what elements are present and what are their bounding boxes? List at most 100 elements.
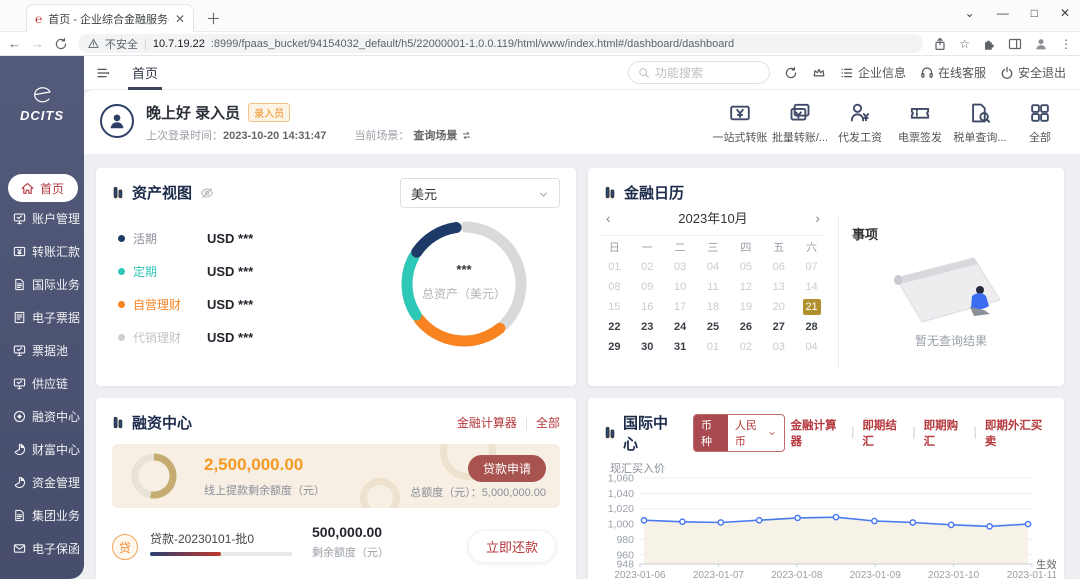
- calendar-day[interactable]: 31: [664, 338, 697, 356]
- app-logo: DCITS: [0, 56, 84, 123]
- intl-link-0[interactable]: 金融计算器: [791, 417, 844, 449]
- user-avatar[interactable]: [100, 104, 134, 138]
- calendar-day[interactable]: 25: [697, 318, 730, 336]
- calendar-day[interactable]: 23: [631, 318, 664, 336]
- tab-close-icon[interactable]: ✕: [175, 12, 185, 26]
- window-close-icon[interactable]: ✕: [1060, 6, 1070, 20]
- sidebar-item-7[interactable]: 融资中心: [0, 400, 84, 433]
- sidebar-item-2[interactable]: 转账汇款: [0, 235, 84, 268]
- calendar-day[interactable]: 12: [729, 278, 762, 296]
- calendar-day[interactable]: 07: [795, 258, 828, 276]
- calendar-day[interactable]: 15: [598, 298, 631, 316]
- intl-link-3[interactable]: 即期外汇买卖: [985, 417, 1048, 449]
- header-tool-0[interactable]: 企业信息: [840, 64, 906, 81]
- share-icon[interactable]: [933, 37, 947, 51]
- calendar-day[interactable]: 11: [697, 278, 730, 296]
- greeting-text: 晚上好 录入员: [146, 102, 240, 123]
- header-tool-2[interactable]: 安全退出: [1000, 64, 1066, 81]
- calendar-day[interactable]: 01: [598, 258, 631, 276]
- crown-skin-icon[interactable]: [812, 66, 826, 80]
- intl-link-1[interactable]: 即期结汇: [862, 417, 904, 449]
- sidebar-item-6[interactable]: 供应链: [0, 367, 84, 400]
- browser-tab[interactable]: ℮ 首页 - 企业综合金融服务平台 ✕: [26, 4, 194, 32]
- calendar-day[interactable]: 16: [631, 298, 664, 316]
- reload-icon[interactable]: [54, 37, 68, 51]
- eye-toggle-icon[interactable]: [200, 186, 214, 200]
- calendar-day[interactable]: 04: [697, 258, 730, 276]
- browser-menu-icon[interactable]: ⋮: [1060, 37, 1072, 51]
- quick-action-3[interactable]: 电票签发: [890, 96, 950, 145]
- window-dropdown-icon[interactable]: ⌄: [965, 6, 975, 20]
- calendar-day[interactable]: 05: [729, 258, 762, 276]
- calendar-day[interactable]: 13: [762, 278, 795, 296]
- calendar-day[interactable]: 26: [729, 318, 762, 336]
- quick-action-4[interactable]: 税单查询...: [950, 96, 1010, 145]
- calendar-prev-icon[interactable]: ‹: [602, 210, 615, 226]
- new-tab-button[interactable]: ＋: [206, 8, 221, 29]
- scene-value: 查询场景: [413, 127, 457, 143]
- sidebar-item-4[interactable]: 电子票据: [0, 301, 84, 334]
- quick-action-2[interactable]: 代发工资: [830, 96, 890, 145]
- header-tool-1[interactable]: 在线客服: [920, 64, 986, 81]
- back-icon[interactable]: ←: [8, 36, 21, 51]
- calendar-day[interactable]: 03: [762, 338, 795, 356]
- forward-icon[interactable]: →: [31, 36, 44, 51]
- calendar-day[interactable]: 03: [664, 258, 697, 276]
- calendar-day[interactable]: 14: [795, 278, 828, 296]
- calendar-day[interactable]: 17: [664, 298, 697, 316]
- calendar-day[interactable]: 09: [631, 278, 664, 296]
- power-icon: [1000, 66, 1014, 80]
- financing-link-1[interactable]: 全部: [536, 414, 560, 431]
- window-minimize-icon[interactable]: —: [997, 6, 1009, 20]
- sidebar-item-5[interactable]: 票据池: [0, 334, 84, 367]
- bookmark-star-icon[interactable]: ☆: [959, 37, 970, 51]
- calendar-day[interactable]: 01: [697, 338, 730, 356]
- sidebar-item-1[interactable]: 账户管理: [0, 202, 84, 235]
- calendar-day[interactable]: 24: [664, 318, 697, 336]
- calendar-day[interactable]: 06: [762, 258, 795, 276]
- sidebar-item-0[interactable]: 首页: [8, 174, 78, 202]
- svg-text:1,000: 1,000: [608, 519, 634, 531]
- sidebar-item-10[interactable]: 集团业务: [0, 499, 84, 532]
- calendar-day[interactable]: 18: [697, 298, 730, 316]
- calendar-day[interactable]: 20: [762, 298, 795, 316]
- function-search-input[interactable]: 功能搜索: [628, 61, 770, 84]
- collapse-menu-icon[interactable]: [96, 66, 110, 80]
- loan-apply-button[interactable]: 贷款申请: [468, 455, 546, 482]
- address-bar-actions: ☆ ⋮: [933, 37, 1072, 51]
- window-maximize-icon[interactable]: □: [1031, 6, 1038, 20]
- browser-address-bar: ← → 不安全 | 10.7.19.22:8999/fpaas_bucket/9…: [0, 32, 1080, 56]
- calendar-day[interactable]: 29: [598, 338, 631, 356]
- profile-avatar-icon[interactable]: [1034, 37, 1048, 51]
- calendar-day[interactable]: 27: [762, 318, 795, 336]
- calendar-next-icon[interactable]: ›: [811, 210, 824, 226]
- quick-action-1[interactable]: 批量转账/...: [770, 96, 830, 145]
- calendar-day[interactable]: 30: [631, 338, 664, 356]
- calendar-day[interactable]: 21: [795, 298, 828, 316]
- calendar-day[interactable]: 02: [729, 338, 762, 356]
- side-panel-icon[interactable]: [1008, 37, 1022, 51]
- url-field[interactable]: 不安全 | 10.7.19.22:8999/fpaas_bucket/94154…: [78, 34, 923, 53]
- calendar-day[interactable]: 08: [598, 278, 631, 296]
- currency-chip-select[interactable]: 币种 人民币: [693, 414, 785, 452]
- sidebar-item-9[interactable]: 资金管理: [0, 466, 84, 499]
- page-tab-home[interactable]: 首页: [132, 56, 158, 90]
- intl-link-2[interactable]: 即期购汇: [924, 417, 966, 449]
- calendar-day[interactable]: 10: [664, 278, 697, 296]
- last-login-label: 上次登录时间：: [146, 130, 223, 142]
- refresh-icon[interactable]: [784, 66, 798, 80]
- quick-action-0[interactable]: 一站式转账: [710, 96, 770, 145]
- calendar-day[interactable]: 04: [795, 338, 828, 356]
- sidebar-item-3[interactable]: 国际业务: [0, 268, 84, 301]
- extension-puzzle-icon[interactable]: [982, 37, 996, 51]
- repay-now-button[interactable]: 立即还款: [468, 530, 556, 563]
- calendar-day[interactable]: 19: [729, 298, 762, 316]
- calendar-day[interactable]: 28: [795, 318, 828, 336]
- calendar-day[interactable]: 02: [631, 258, 664, 276]
- financing-link-0[interactable]: 金融计算器: [457, 414, 517, 431]
- scene-swap-icon[interactable]: [461, 130, 472, 141]
- sidebar-item-11[interactable]: 电子保函: [0, 532, 84, 565]
- calendar-day[interactable]: 22: [598, 318, 631, 336]
- quick-action-5[interactable]: 全部: [1010, 96, 1070, 145]
- sidebar-item-8[interactable]: 财富中心: [0, 433, 84, 466]
